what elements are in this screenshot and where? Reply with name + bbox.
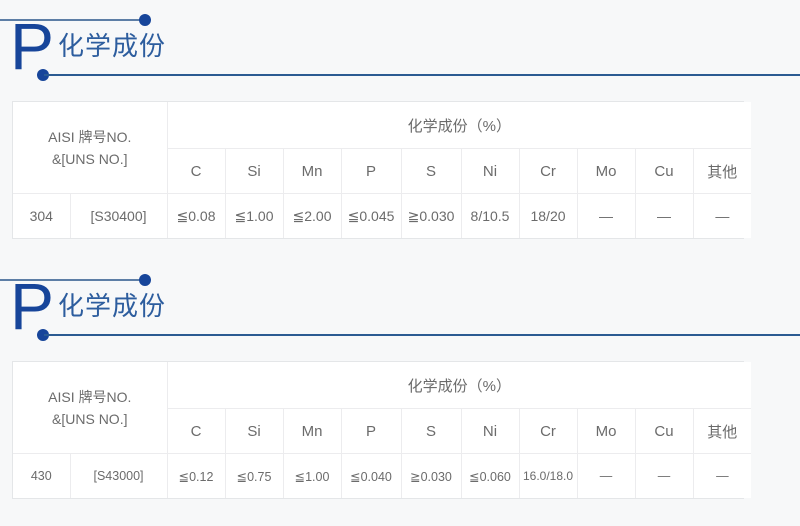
cell-value-p: ≦0.040	[341, 454, 401, 499]
spec-section-1: P 化学成份	[0, 0, 800, 88]
cell-value-cu: —	[635, 194, 693, 239]
cell-value-other: —	[693, 454, 751, 499]
cell-value-cr: 18/20	[519, 194, 577, 239]
cell-aisi-grade: 304	[13, 194, 70, 239]
cell-value-c: ≦0.12	[167, 454, 225, 499]
column-header-aisi-line2: &[UNS NO.]	[13, 148, 167, 170]
section-header-2: P 化学成份	[0, 260, 800, 348]
table-header-row-top: AISI 牌号NO. &[UNS NO.] 化学成份（%）	[13, 362, 751, 409]
column-header-mo: Mo	[577, 409, 635, 454]
column-header-aisi-line1: AISI 牌号NO.	[13, 386, 167, 408]
table-header-row-top: AISI 牌号NO. &[UNS NO.] 化学成份（%）	[13, 102, 751, 149]
column-header-s: S	[401, 149, 461, 194]
header-bottom-rule-icon	[44, 74, 800, 76]
cell-uns-number: [S43000]	[70, 454, 167, 499]
column-header-cr: Cr	[519, 409, 577, 454]
header-letter-p: P	[10, 13, 54, 79]
column-header-aisi-line1: AISI 牌号NO.	[13, 126, 167, 148]
column-header-s: S	[401, 409, 461, 454]
page-root: P 化学成份	[0, 0, 800, 526]
section-header-1: P 化学成份	[0, 0, 800, 88]
cell-aisi-grade: 430	[13, 454, 70, 499]
header-letter-p: P	[10, 273, 54, 339]
page-title: 化学成份	[58, 290, 166, 322]
cell-value-ni: 8/10.5	[461, 194, 519, 239]
column-header-group-composition: 化学成份（%）	[167, 362, 751, 409]
cell-value-s: ≧0.030	[401, 454, 461, 499]
cell-value-s: ≧0.030	[401, 194, 461, 239]
column-header-p: P	[341, 149, 401, 194]
header-top-dot-icon	[139, 274, 151, 286]
spec-table-2: AISI 牌号NO. &[UNS NO.] 化学成份（%） C Si Mn P …	[13, 362, 751, 498]
table-row: 430 [S43000] ≦0.12 ≦0.75 ≦1.00 ≦0.040 ≧0…	[13, 454, 751, 499]
spec-table-container-2: AISI 牌号NO. &[UNS NO.] 化学成份（%） C Si Mn P …	[12, 361, 744, 499]
column-header-other: 其他	[693, 409, 751, 454]
column-header-group-composition: 化学成份（%）	[167, 102, 751, 149]
spec-section-2: P 化学成份	[0, 260, 800, 348]
column-header-aisi-line2: &[UNS NO.]	[13, 408, 167, 430]
cell-value-mo: —	[577, 454, 635, 499]
cell-value-cr: 16.0/18.0	[519, 454, 577, 499]
cell-value-si: ≦1.00	[225, 194, 283, 239]
cell-value-c: ≦0.08	[167, 194, 225, 239]
column-header-ni: Ni	[461, 149, 519, 194]
column-header-mn: Mn	[283, 409, 341, 454]
cell-value-mo: —	[577, 194, 635, 239]
cell-value-si: ≦0.75	[225, 454, 283, 499]
spec-table-container-1: AISI 牌号NO. &[UNS NO.] 化学成份（%） C Si Mn P …	[12, 101, 744, 239]
page-title: 化学成份	[58, 30, 166, 62]
cell-value-p: ≦0.045	[341, 194, 401, 239]
spec-table-1: AISI 牌号NO. &[UNS NO.] 化学成份（%） C Si Mn P …	[13, 102, 751, 238]
cell-value-cu: —	[635, 454, 693, 499]
cell-value-other: —	[693, 194, 751, 239]
column-header-si: Si	[225, 409, 283, 454]
column-header-other: 其他	[693, 149, 751, 194]
header-bottom-rule-icon	[44, 334, 800, 336]
cell-value-mn: ≦2.00	[283, 194, 341, 239]
table-row: 304 [S30400] ≦0.08 ≦1.00 ≦2.00 ≦0.045 ≧0…	[13, 194, 751, 239]
column-header-si: Si	[225, 149, 283, 194]
cell-value-ni: ≦0.060	[461, 454, 519, 499]
column-header-aisi-uns: AISI 牌号NO. &[UNS NO.]	[13, 362, 167, 454]
header-top-dot-icon	[139, 14, 151, 26]
cell-value-mn: ≦1.00	[283, 454, 341, 499]
column-header-mn: Mn	[283, 149, 341, 194]
column-header-mo: Mo	[577, 149, 635, 194]
column-header-c: C	[167, 409, 225, 454]
column-header-c: C	[167, 149, 225, 194]
column-header-cu: Cu	[635, 149, 693, 194]
column-header-cu: Cu	[635, 409, 693, 454]
cell-uns-number: [S30400]	[70, 194, 167, 239]
column-header-p: P	[341, 409, 401, 454]
column-header-ni: Ni	[461, 409, 519, 454]
column-header-aisi-uns: AISI 牌号NO. &[UNS NO.]	[13, 102, 167, 194]
column-header-cr: Cr	[519, 149, 577, 194]
